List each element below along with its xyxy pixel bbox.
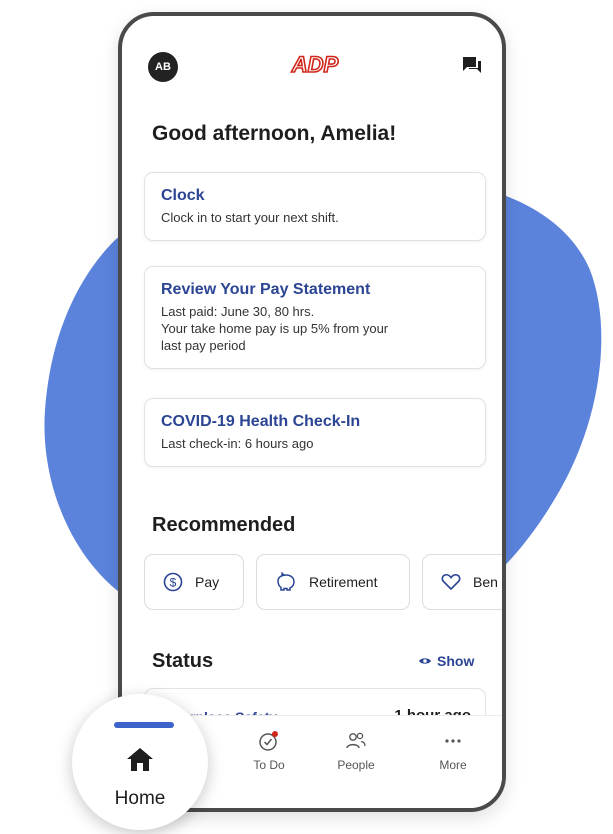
logo-text: ADP	[291, 52, 339, 77]
card-title: COVID-19 Health Check-In	[161, 413, 361, 430]
nav-item-todo[interactable]: To Do	[234, 730, 304, 772]
card-text: Your take home pay is up 5% from your	[161, 321, 389, 336]
phone-frame: AB ADP Good afternoon, Amelia! Clock Clo…	[118, 12, 506, 812]
active-tab-indicator	[114, 722, 174, 728]
card-text: Clock in to start your next shift.	[161, 210, 339, 225]
status-heading: Status	[152, 650, 214, 672]
recommended-heading: Recommended	[152, 514, 296, 536]
piggy-bank-icon	[275, 572, 297, 592]
chip-label: Retirement	[309, 574, 378, 590]
todo-check-icon	[234, 730, 304, 752]
home-icon	[126, 746, 154, 772]
greeting-heading: Good afternoon, Amelia!	[152, 122, 397, 145]
eye-icon	[418, 656, 432, 666]
app-screen: AB ADP Good afternoon, Amelia! Clock Clo…	[122, 16, 502, 808]
nav-label: Home	[114, 788, 166, 809]
show-label: Show	[437, 653, 475, 669]
people-icon	[321, 730, 391, 752]
health-check-card[interactable]: COVID-19 Health Check-In Last check-in: …	[144, 398, 486, 467]
chat-icon[interactable]	[462, 56, 482, 74]
show-status-link[interactable]: Show	[418, 653, 474, 669]
card-title: Review Your Pay Statement	[161, 281, 371, 298]
nav-item-home[interactable]: Home	[72, 694, 208, 830]
chip-label: Pay	[195, 574, 220, 590]
clock-card[interactable]: Clock Clock in to start your next shift.	[144, 172, 486, 241]
card-text: last pay period	[161, 338, 246, 353]
card-title: Clock	[161, 187, 205, 204]
card-text: Last check-in: 6 hours ago	[161, 436, 314, 451]
svg-text:$: $	[170, 576, 177, 590]
nav-item-people[interactable]: People	[321, 730, 391, 772]
chip-label: Ben	[473, 574, 498, 590]
card-text: Last paid: June 30, 80 hrs.	[161, 304, 315, 319]
more-dots-icon	[418, 730, 488, 752]
adp-logo: ADP	[285, 50, 345, 78]
pay-chip[interactable]: $ Pay	[144, 554, 244, 610]
nav-label: To Do	[253, 758, 285, 772]
benefits-chip[interactable]: Ben	[422, 554, 502, 610]
dollar-circle-icon: $	[163, 572, 183, 592]
nav-item-more[interactable]: More	[418, 730, 488, 772]
nav-label: People	[337, 758, 375, 772]
retirement-chip[interactable]: Retirement	[256, 554, 410, 610]
heart-icon	[441, 573, 461, 591]
nav-label: More	[439, 758, 467, 772]
pay-statement-card[interactable]: Review Your Pay Statement Last paid: Jun…	[144, 266, 486, 369]
avatar[interactable]: AB	[148, 52, 178, 82]
